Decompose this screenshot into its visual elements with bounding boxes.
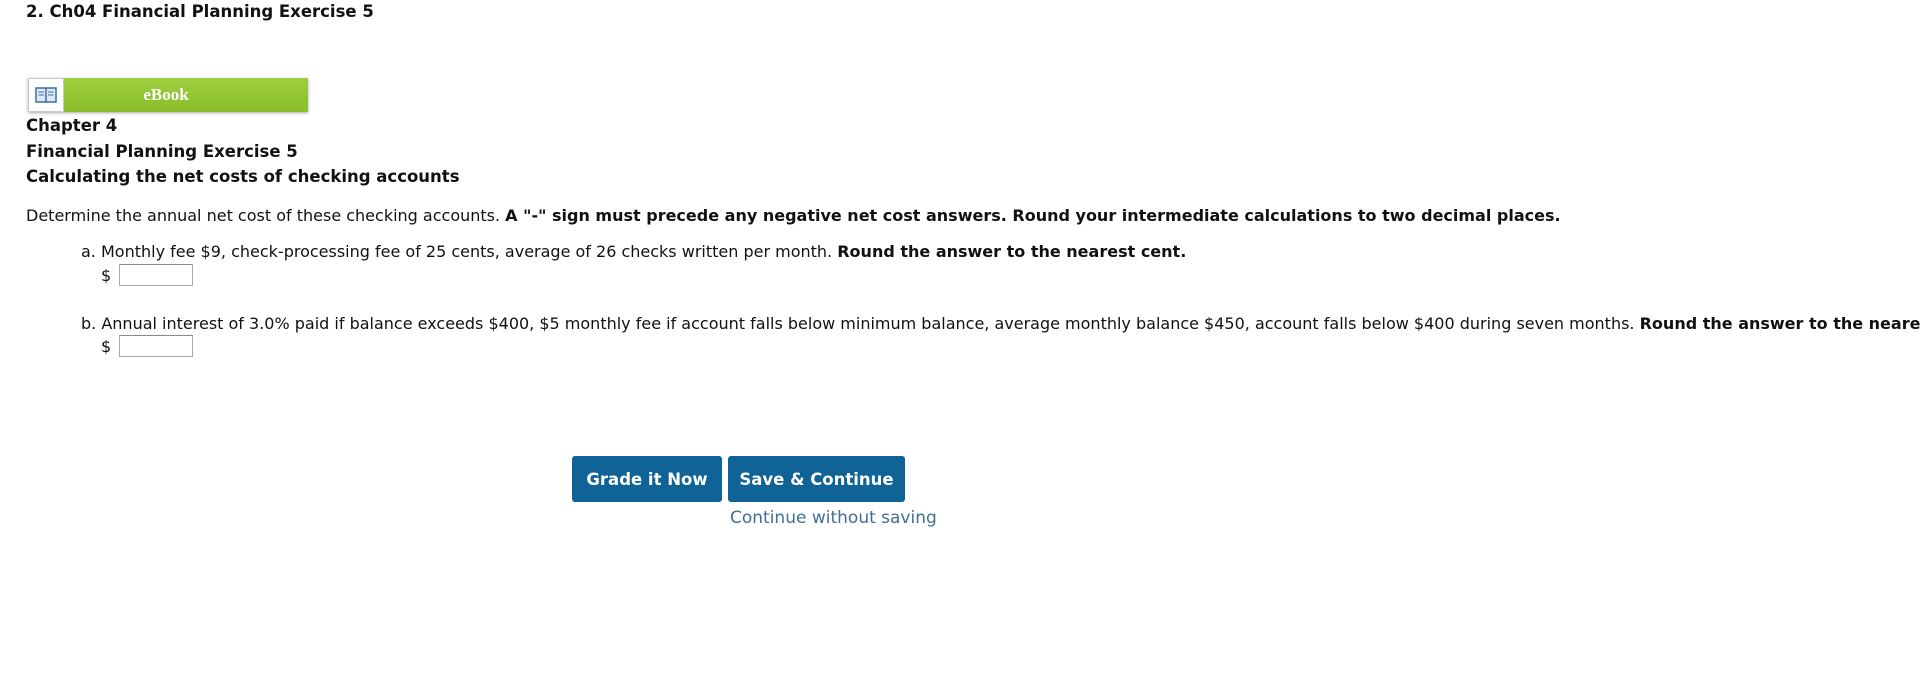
exercise-heading: Financial Planning Exercise 5: [26, 142, 298, 161]
continue-without-saving-link[interactable]: Continue without saving: [730, 508, 937, 528]
topic-heading: Calculating the net costs of checking ac…: [26, 167, 460, 186]
part-b-prefix: b.: [81, 314, 97, 333]
part-a-bold: Round the answer to the nearest cent.: [837, 242, 1187, 261]
part-a-answer-input[interactable]: [119, 264, 193, 286]
question-title: 2. Ch04 Financial Planning Exercise 5: [26, 2, 374, 21]
part-a-answer-row: $: [101, 264, 193, 286]
instructions: Determine the annual net cost of these c…: [26, 206, 1561, 225]
part-b-answer-input[interactable]: [119, 335, 193, 357]
save-and-continue-button[interactable]: Save & Continue: [728, 456, 905, 502]
chapter-heading: Chapter 4: [26, 116, 118, 135]
part-b-bold: Round the answer to the nearest cent.: [1639, 314, 1920, 333]
part-a-text: Monthly fee $9, check-processing fee of …: [100, 242, 833, 261]
ebook-label: eBook: [64, 78, 308, 112]
part-b-currency: $: [101, 336, 112, 356]
part-a-prefix: a.: [81, 242, 96, 261]
part-b-answer-row: $: [101, 335, 193, 357]
part-b-text: Annual interest of 3.0% paid if balance …: [101, 314, 1635, 333]
part-b-question: b. Annual interest of 3.0% paid if balan…: [81, 314, 1920, 333]
instructions-text: Determine the annual net cost of these c…: [26, 206, 501, 225]
part-a-question: a. Monthly fee $9, check-processing fee …: [81, 242, 1186, 261]
instructions-bold: A "-" sign must precede any negative net…: [505, 206, 1561, 225]
part-a-currency: $: [101, 265, 112, 285]
grade-it-now-button[interactable]: Grade it Now: [572, 456, 722, 502]
ebook-button[interactable]: eBook: [28, 78, 308, 112]
open-book-icon: [28, 78, 64, 112]
